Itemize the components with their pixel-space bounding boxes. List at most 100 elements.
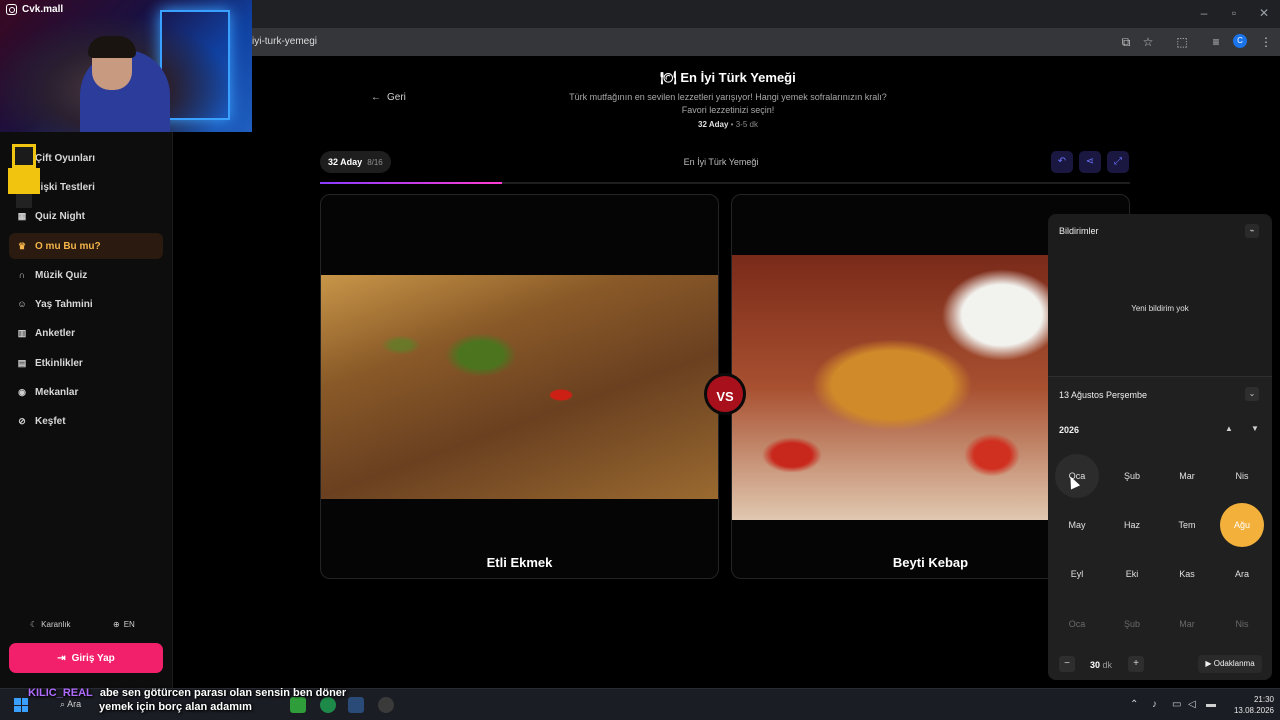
page-title-text: En İyi Türk Yemeği [680,70,796,85]
focus-duration: 30 dk [1090,660,1112,670]
sidebar-item-anketler[interactable]: ▥ Anketler [9,320,163,346]
webcam-overlay: Cvk.mall [0,0,252,132]
page-title: 🍽 En İyi Türk Yemeği [540,70,916,86]
sidebar-item-mekanlar[interactable]: ◉ Mekanlar [9,379,163,405]
calendar-icon: ▤ [17,358,27,368]
sidebar-item-label: Mekanlar [35,386,79,398]
round-indicator: 8/16 [367,157,383,167]
page-meta: 32 Aday • 3-5 dk [540,120,916,129]
notification-panel: Bildirimler ⌁ Yeni bildirim yok 13 Ağust… [1048,214,1272,680]
month-cell[interactable]: Oca [1055,454,1099,498]
month-cell[interactable]: Oca [1055,602,1099,646]
compass-icon: ⊘ [18,416,26,426]
theme-toggle[interactable]: ☾ Karanlık [30,620,71,629]
do-not-disturb-icon[interactable]: ⌁ [1245,224,1259,238]
decrease-button[interactable]: − [1059,656,1075,672]
headphones-icon: ∩ [18,270,26,280]
month-cell[interactable]: May [1055,503,1099,547]
back-button[interactable]: ← Geri [371,92,406,103]
month-cell[interactable]: Ara [1220,552,1264,596]
url-text[interactable]: iyi-turk-yemegi [252,36,317,47]
month-cell[interactable]: Ağu [1220,503,1264,547]
maximize-icon[interactable]: ▫ [1222,6,1246,20]
month-cell[interactable]: Şub [1110,454,1154,498]
share-button[interactable]: ⋖ [1079,151,1101,173]
sidebar-item-label: Yaş Tahmini [35,298,93,310]
page-subtitle-line2: Favori lezzetinizi seçin! [681,105,775,115]
month-cell[interactable]: Şub [1110,602,1154,646]
sidebar-item-label: Quiz Night [35,210,85,222]
undo-button[interactable]: ↶ [1051,151,1073,173]
menu-kebab-icon[interactable]: ⋮ [1258,34,1274,50]
steam-app-icon[interactable] [348,697,364,713]
focus-label: Odaklanma [1213,659,1255,668]
volume-icon[interactable]: ◁ [1188,699,1196,710]
choice-label: Etli Ekmek [486,555,553,570]
microphone-icon[interactable]: ♪ [1152,699,1157,710]
media-control-icon[interactable]: ≡ [1208,34,1224,50]
install-app-icon[interactable]: ⧉ [1118,34,1134,50]
obs-app-icon[interactable] [378,697,394,713]
focus-button[interactable]: ▶ Odaklanma [1198,655,1262,673]
calendar-year[interactable]: 2026 [1059,425,1079,435]
game-title: En İyi Türk Yemeği [683,157,759,167]
language-toggle[interactable]: ⊕ EN [113,620,135,629]
battery-icon[interactable]: ▬ [1206,699,1216,710]
clock-time: 21:30 [1253,695,1274,704]
month-cell[interactable]: Nis [1220,602,1264,646]
badge-count: 32 Aday [328,157,363,167]
login-button[interactable]: ⇥ Giriş Yap [9,643,163,673]
chevron-up-icon[interactable]: ⌃ [1130,699,1138,710]
login-icon: ⇥ [57,652,66,664]
month-cell[interactable]: Nis [1220,454,1264,498]
sidebar-item-label: Çift Oyunları [35,152,96,164]
arrow-down-icon[interactable]: ▼ [1251,424,1259,433]
sidebar: ♡ Çift Oyunları ⌁ İlişki Testleri ▦ Quiz… [0,132,173,688]
sidebar-item-quiz-night[interactable]: ▦ Quiz Night [9,203,163,229]
arrow-left-icon: ← [371,92,381,103]
globe-icon: ⊕ [113,620,120,629]
month-cell[interactable]: Mar [1165,602,1209,646]
sidebar-item-yas-tahmini[interactable]: ☺ Yaş Tahmini [9,291,163,317]
network-icon[interactable]: ▭ [1172,699,1181,710]
sidebar-item-etkinlikler[interactable]: ▤ Etkinlikler [9,350,163,376]
taskbar-clock[interactable]: 21:30 13.08.2026 [1224,694,1274,716]
bar-chart-icon: ▥ [17,328,27,338]
back-label: Geri [387,92,406,103]
sidebar-item-kesfet[interactable]: ⊘ Keşfet [9,408,163,434]
sidebar-item-label: Keşfet [35,415,66,427]
chevron-down-icon[interactable]: ⌄ [1245,387,1259,401]
sidebar-item-o-mu-bu-mu[interactable]: ♛ O mu Bu mu? [9,233,163,259]
language-label: EN [123,620,135,629]
arrow-up-icon[interactable]: ▲ [1225,424,1233,433]
choice-card-left[interactable]: Etli Ekmek [320,194,719,579]
chat-message-2: yemek için borç alan adamım [99,701,252,713]
channel-tag: Cvk.mall [6,4,63,15]
vs-badge: VS [704,373,746,415]
month-cell[interactable]: Eki [1110,552,1154,596]
plate-icon: 🍽 [660,70,677,85]
theme-label: Karanlık [41,620,71,629]
month-cell[interactable]: Kas [1165,552,1209,596]
user-icon: ☺ [17,299,27,309]
month-cell[interactable]: Haz [1110,503,1154,547]
stream-sprite [6,144,42,208]
channel-name: Cvk.mall [22,4,64,15]
login-label: Giriş Yap [71,652,115,664]
windows-start-icon[interactable] [14,698,28,712]
extensions-icon[interactable]: ⬚ [1174,34,1190,50]
profile-avatar[interactable]: C [1233,34,1247,48]
increase-button[interactable]: + [1128,656,1144,672]
close-icon[interactable]: ✕ [1252,6,1276,20]
month-cell[interactable]: Tem [1165,503,1209,547]
month-cell[interactable]: Mar [1165,454,1209,498]
sidebar-item-label: Anketler [35,327,76,339]
calendar-date: 13 Ağustos Perşembe [1059,390,1148,400]
bookmark-star-icon[interactable]: ☆ [1140,34,1156,50]
sidebar-item-muzik-quiz[interactable]: ∩ Müzik Quiz [9,262,163,288]
webcam-hair [88,36,136,58]
month-cell[interactable]: Eyl [1055,552,1099,596]
focus-bar: − 30 dk + ▶ Odaklanma [1048,649,1272,680]
minimize-icon[interactable]: – [1192,6,1216,20]
fullscreen-button[interactable]: ⤢ [1107,151,1129,173]
